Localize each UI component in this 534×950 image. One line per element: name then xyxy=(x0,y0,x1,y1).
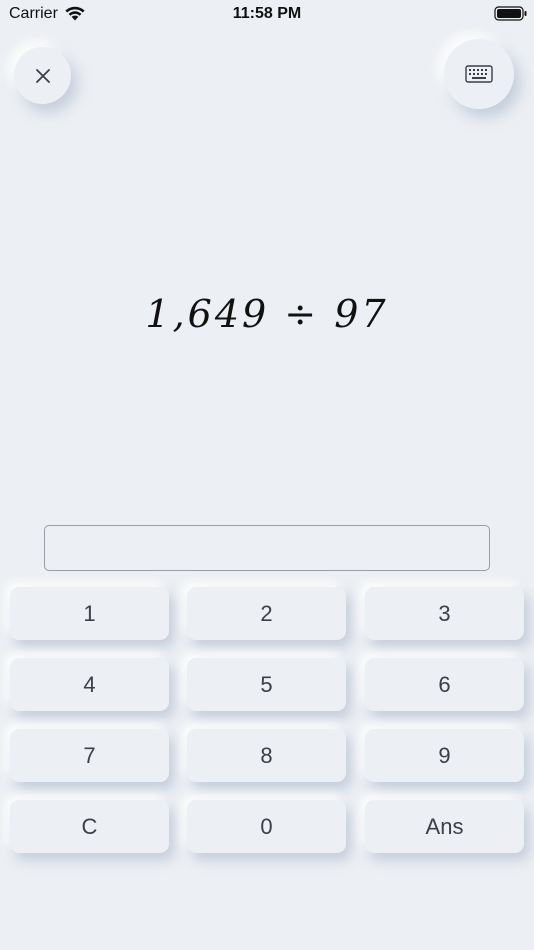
key-9[interactable]: 9 xyxy=(365,729,524,782)
key-0[interactable]: 0 xyxy=(187,800,346,853)
keyboard-button[interactable] xyxy=(444,39,514,109)
close-button[interactable] xyxy=(14,47,71,104)
key-8[interactable]: 8 xyxy=(187,729,346,782)
status-time: 11:58 PM xyxy=(232,5,302,22)
key-7[interactable]: 7 xyxy=(10,729,169,782)
key-4[interactable]: 4 xyxy=(10,658,169,711)
clear-key[interactable]: C xyxy=(10,800,169,853)
key-3[interactable]: 3 xyxy=(365,587,524,640)
keyboard-icon xyxy=(465,65,493,83)
problem-expression: 1,649 ÷ 97 xyxy=(145,292,389,336)
key-1[interactable]: 1 xyxy=(10,587,169,640)
battery-icon xyxy=(494,6,527,21)
answer-input[interactable] xyxy=(44,525,490,571)
status-bar: Carrier 11:58 PM xyxy=(0,0,534,30)
key-6[interactable]: 6 xyxy=(365,658,524,711)
close-icon xyxy=(35,68,50,83)
key-2[interactable]: 2 xyxy=(187,587,346,640)
key-5[interactable]: 5 xyxy=(187,658,346,711)
ans-key[interactable]: Ans xyxy=(365,800,524,853)
